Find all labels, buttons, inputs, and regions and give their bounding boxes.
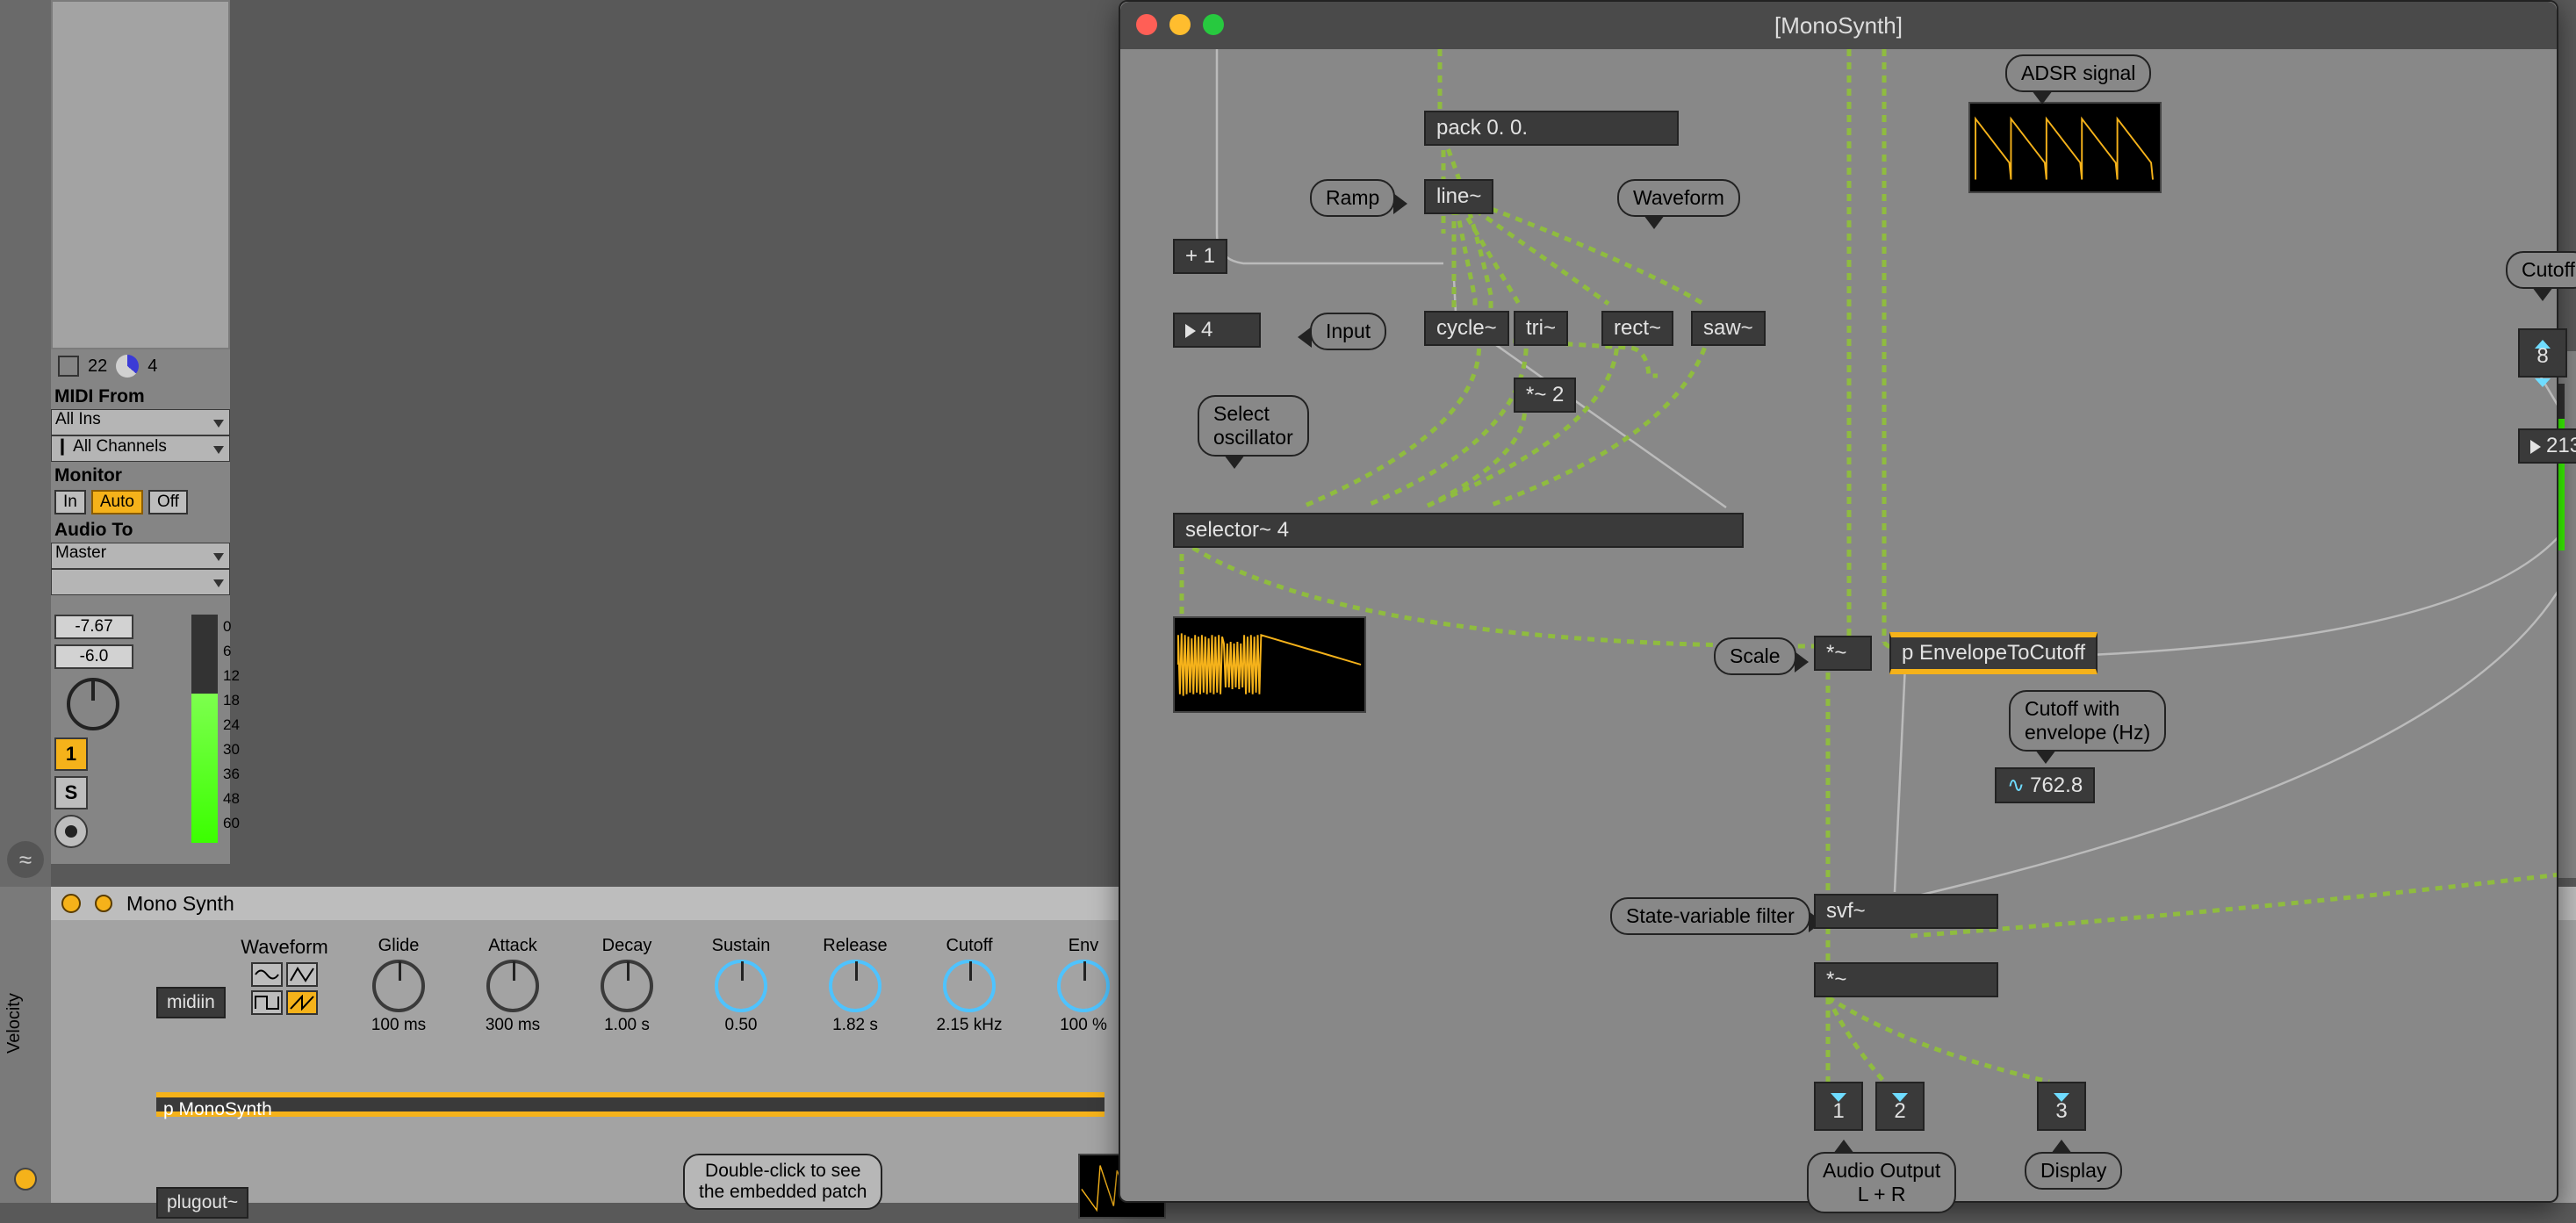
velocity-lane-tab[interactable]: Velocity <box>0 887 51 1203</box>
cycle-object[interactable]: cycle~ <box>1424 311 1509 346</box>
selector-object[interactable]: selector~ 4 <box>1173 513 1744 548</box>
cutoff-knob[interactable]: Cutoff2.15 kHz <box>927 936 1011 1035</box>
play-icon <box>2530 440 2541 454</box>
envelope-to-cutoff-subpatch[interactable]: p EnvelopeToCutoff <box>1889 632 2097 674</box>
patcher-canvas[interactable]: pack 0. 0. line~ + 1 4 Ramp Input Wavefo… <box>1120 49 2557 1201</box>
times-scale-object[interactable]: *~ <box>1814 636 1872 671</box>
p-monosynth-object[interactable]: p MonoSynth <box>156 1092 1105 1117</box>
plugout-object[interactable]: plugout~ <box>156 1187 248 1219</box>
audio-out-bubble: Audio Output L + R <box>1807 1152 1956 1213</box>
times2-object[interactable]: *~ 2 <box>1514 378 1576 413</box>
play-icon <box>1185 324 1196 338</box>
monitor-label: Monitor <box>51 462 230 488</box>
track-activator-button[interactable]: 1 <box>54 737 88 771</box>
midi-channel-select[interactable]: ❙ All Channels <box>51 435 230 462</box>
wave-tri-icon[interactable] <box>286 962 318 987</box>
cutoff-freq-number[interactable]: 2139. <box>2518 428 2576 464</box>
audio-to-select[interactable]: Master <box>51 543 230 569</box>
track-strip: 22 4 MIDI From All Ins ❙ All Channels Mo… <box>51 0 230 864</box>
midiin-object[interactable]: midiin <box>156 987 226 1018</box>
release-knob[interactable]: Release1.82 s <box>813 936 897 1035</box>
monitor-auto-button[interactable]: Auto <box>91 490 143 514</box>
device-on-off-icon[interactable] <box>61 894 81 913</box>
volume-readout[interactable]: -6.0 <box>54 644 133 669</box>
device-activator-icon[interactable] <box>14 1168 37 1191</box>
ableton-logo-icon: ≈ <box>7 841 44 878</box>
svf-object[interactable]: svf~ <box>1814 894 1998 929</box>
status-num-1: 22 <box>88 356 107 377</box>
scale-bubble: Scale <box>1714 637 1796 675</box>
rect-object[interactable]: rect~ <box>1601 311 1673 346</box>
pack-object[interactable]: pack 0. 0. <box>1424 111 1679 146</box>
adsr-scope <box>1968 102 2162 193</box>
cutoff-bubble: Cutoff <box>2506 251 2576 289</box>
monitor-off-button[interactable]: Off <box>148 490 188 514</box>
midi-from-label: MIDI From <box>51 383 230 409</box>
device-preset-icon[interactable] <box>95 895 112 912</box>
wave-scope <box>1173 616 1366 713</box>
pan-knob[interactable] <box>67 678 119 730</box>
volume-meter[interactable]: 0612182430364860 <box>191 615 262 852</box>
decay-knob[interactable]: Decay1.00 s <box>585 936 669 1035</box>
arm-record-button[interactable] <box>54 815 88 848</box>
plus1-object[interactable]: + 1 <box>1173 239 1227 274</box>
device-title: Mono Synth <box>126 892 234 916</box>
adsr-bubble: ADSR signal <box>2005 54 2151 92</box>
stop-clip-button[interactable] <box>58 356 79 377</box>
svf-bubble: State-variable filter <box>1610 897 1810 935</box>
io-routing: MIDI From All Ins ❙ All Channels Monitor… <box>51 383 230 595</box>
minimize-icon[interactable] <box>1169 14 1191 35</box>
midi-from-select[interactable]: All Ins <box>51 409 230 435</box>
input-bubble: Input <box>1310 313 1386 350</box>
cutoff-env-bubble: Cutoff with envelope (Hz) <box>2009 690 2166 752</box>
waveform-selector[interactable]: Waveform <box>242 936 327 1035</box>
cutoff-stepper[interactable]: 8 <box>2518 328 2567 378</box>
out-2[interactable]: 2 <box>1875 1082 1925 1131</box>
max-patcher-window[interactable]: [MonoSynth] <box>1119 0 2558 1203</box>
cutoff-value-number[interactable]: ∿762.8 <box>1995 767 2095 803</box>
tri-object[interactable]: tri~ <box>1514 311 1568 346</box>
meter-scale: 0612182430364860 <box>223 615 240 836</box>
audio-to-channel-select[interactable] <box>51 569 230 595</box>
audio-to-label: Audio To <box>51 516 230 543</box>
track-status-row: 22 4 <box>51 349 230 383</box>
zoom-icon[interactable] <box>1203 14 1224 35</box>
out-1[interactable]: 1 <box>1814 1082 1863 1131</box>
window-title-bar[interactable]: [MonoSynth] <box>1120 2 2557 49</box>
solo-button[interactable]: S <box>54 776 88 809</box>
display-bubble: Display <box>2025 1152 2122 1190</box>
sustain-knob[interactable]: Sustain0.50 <box>699 936 783 1035</box>
dblclick-hint-bubble: Double-click to see the embedded patch <box>683 1154 882 1210</box>
ramp-bubble: Ramp <box>1310 179 1395 217</box>
wave-sine-icon[interactable] <box>251 962 283 987</box>
times-gain-object[interactable]: *~ <box>1814 962 1998 997</box>
clip-slot-area[interactable] <box>51 0 230 349</box>
peak-level-readout[interactable]: -7.67 <box>54 615 133 639</box>
wave-saw-icon[interactable] <box>286 990 318 1015</box>
number-4-object[interactable]: 4 <box>1173 313 1261 348</box>
status-num-2: 4 <box>148 356 157 377</box>
velocity-label: Velocity <box>4 993 25 1054</box>
window-title: [MonoSynth] <box>1774 12 1903 40</box>
saw-object[interactable]: saw~ <box>1691 311 1766 346</box>
close-icon[interactable] <box>1136 14 1157 35</box>
env-knob[interactable]: Env100 % <box>1041 936 1126 1035</box>
glide-knob[interactable]: Glide100 ms <box>356 936 441 1035</box>
wave-square-icon[interactable] <box>251 990 283 1015</box>
cpu-pie-icon <box>116 355 139 378</box>
waveform-bubble: Waveform <box>1617 179 1740 217</box>
out-3[interactable]: 3 <box>2037 1082 2086 1131</box>
attack-knob[interactable]: Attack300 ms <box>471 936 555 1035</box>
line-object[interactable]: line~ <box>1424 179 1493 214</box>
monitor-in-button[interactable]: In <box>54 490 86 514</box>
select-osc-bubble: Select oscillator <box>1198 395 1309 457</box>
window-controls <box>1136 14 1224 35</box>
